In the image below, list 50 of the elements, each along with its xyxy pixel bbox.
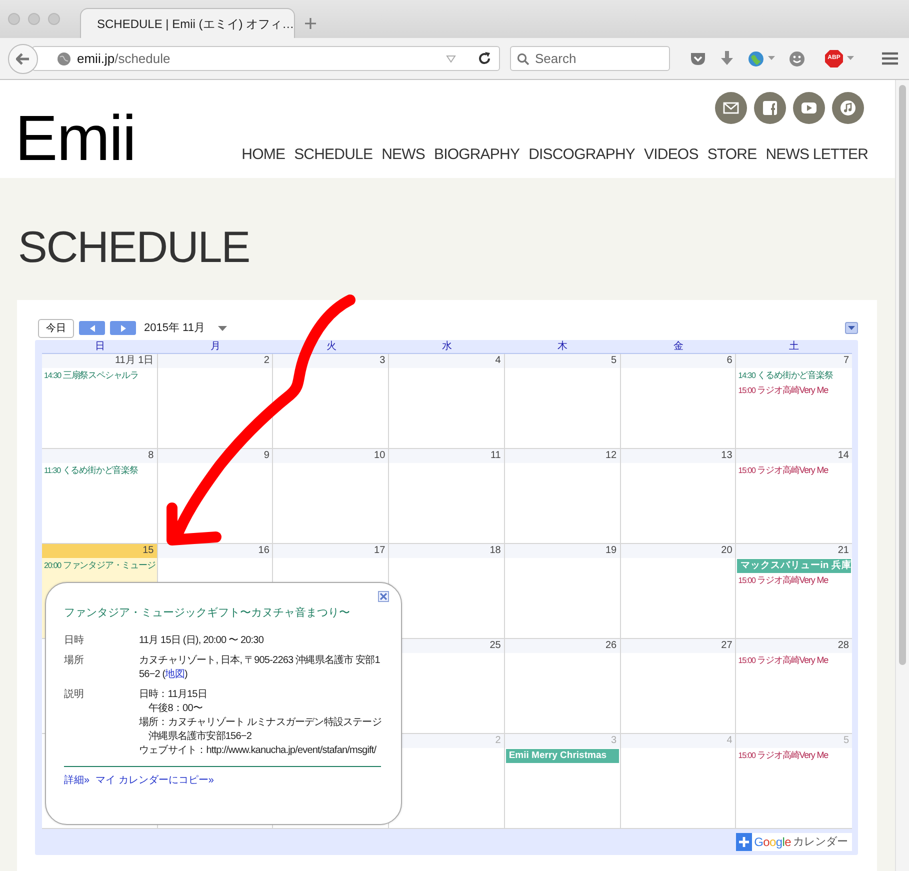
day-number: 16 (258, 545, 270, 556)
url-text: emii.jp/schedule (77, 50, 170, 68)
description-line: 場所：カヌチャリゾート ルミナスガーデン特設ステージ (139, 716, 382, 730)
day-number: 27 (721, 640, 732, 651)
day-number: 26 (605, 640, 617, 651)
day-number: 17 (374, 545, 386, 556)
description-line: 日時：11月15日 (139, 688, 208, 702)
day-number: 19 (605, 545, 617, 556)
day-number: 6 (726, 355, 732, 366)
weekday-header: 月 (210, 340, 222, 354)
description-line: 沖縄県名護市安部156−2 (148, 730, 252, 744)
day-number: 18 (490, 545, 501, 556)
day-number: 28 (838, 640, 849, 651)
field-label: 場所 (64, 654, 85, 668)
description-line: 午後8：00〜 (148, 702, 204, 716)
day-number: 15 (142, 545, 154, 556)
description-line: ウェブサイト：http://www.kanucha.jp/event/stafan/msgift/ (139, 744, 378, 758)
weekday-header: 日 (94, 340, 106, 354)
field-value: カヌチャリゾート, 日本, 〒905-2263 沖縄県名護市 安部156−2 (地図) (139, 654, 381, 682)
event-title: ファンタジア・ミュージックギフト〜カヌチャ音まつり〜 (64, 606, 351, 621)
day-number: 11 (490, 450, 501, 461)
day-number: 4 (726, 735, 732, 746)
month-label: 2015年 11月 (144, 320, 205, 336)
day-number: 5 (611, 355, 617, 366)
day-number: 5 (843, 735, 849, 746)
day-number: 2 (264, 355, 270, 366)
weekday-header: 土 (788, 340, 800, 354)
weekday-header: 木 (556, 340, 569, 354)
day-number: 25 (490, 640, 501, 651)
field-label: 説明 (64, 688, 85, 702)
field-value: 11月 15日 (日), 20:00 〜 20:30 (139, 634, 264, 648)
day-number: 7 (843, 355, 849, 366)
day-number: 9 (264, 450, 270, 461)
day-number: 21 (838, 545, 849, 556)
field-label: 日時 (64, 634, 85, 648)
day-number: 8 (148, 450, 154, 461)
day-number: 2 (495, 735, 501, 746)
day-number: 12 (605, 450, 617, 461)
day-number: 10 (374, 450, 386, 461)
day-number: 3 (611, 735, 617, 746)
day-number: 3 (380, 355, 386, 366)
weekday-header: 金 (672, 340, 684, 354)
page-title: SCHEDULE (18, 226, 251, 270)
day-number: 4 (495, 355, 501, 366)
day-number: 14 (838, 450, 849, 461)
day-number: 20 (721, 545, 732, 556)
day-number: 13 (721, 450, 732, 461)
weekday-header: 水 (440, 340, 453, 354)
weekday-header: 火 (325, 340, 338, 354)
day-number: 11月 1日 (114, 355, 154, 366)
